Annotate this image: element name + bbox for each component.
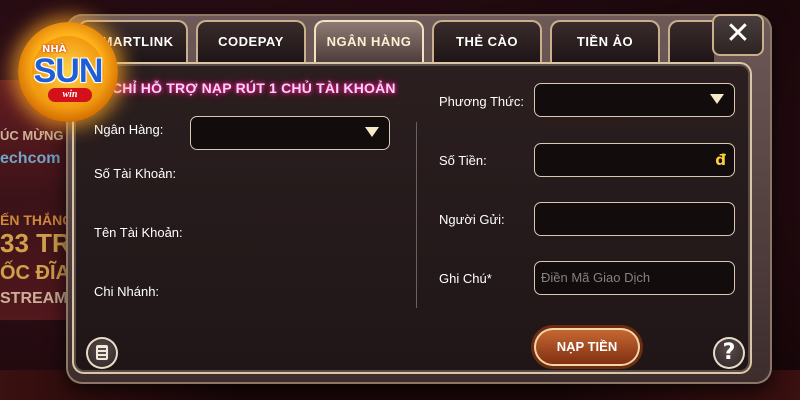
background-text: ÚC MỪNG (0, 128, 64, 143)
note-placeholder: Điền Mã Giao Dịch (541, 270, 651, 285)
amount-input[interactable]: đ (534, 143, 735, 177)
bank-label: Ngân Hàng: (94, 122, 164, 137)
note-input[interactable]: Điền Mã Giao Dịch (534, 261, 735, 295)
background-text: 33 TR (0, 228, 71, 258)
tab-card[interactable]: THẺ CÀO (432, 20, 542, 64)
note-label: Ghi Chú* (439, 271, 492, 286)
tab-more[interactable]: G (668, 20, 714, 64)
close-button[interactable]: ✕ (712, 14, 764, 56)
account-name-label: Tên Tài Khoản: (94, 225, 183, 240)
close-icon: ✕ (725, 16, 751, 51)
background-text: echcom (0, 150, 61, 167)
tab-codepay[interactable]: CODEPAY (196, 20, 306, 64)
currency-unit: đ (715, 151, 726, 169)
logo-main-text: SUN (33, 52, 104, 90)
sender-input[interactable] (534, 202, 735, 236)
tab-bar: SMARTLINK CODEPAY NGÂN HÀNG THẺ CÀO TIỀN… (78, 20, 714, 64)
branch-label: Chi Nhánh: (94, 284, 160, 299)
logo-badge: win (48, 88, 92, 102)
column-divider (416, 122, 417, 308)
question-icon: ? (722, 340, 736, 365)
background-text: ỐC ĐĨA (0, 262, 70, 284)
chevron-down-icon (710, 94, 724, 104)
sender-label: Người Gửi: (439, 212, 505, 227)
background-text: STREAM (0, 290, 68, 307)
method-label: Phương Thức: (439, 94, 524, 109)
tab-bank[interactable]: NGÂN HÀNG (314, 20, 424, 64)
help-button[interactable]: ? (713, 337, 745, 369)
history-button[interactable] (86, 337, 118, 369)
sunwin-logo: NHÀ SUN win (18, 22, 118, 122)
chevron-down-icon (365, 127, 379, 137)
document-icon (96, 345, 108, 360)
account-number-label: Số Tài Khoản: (94, 166, 177, 181)
deposit-button[interactable]: NẠP TIỀN (534, 328, 640, 366)
notice-banner: CHỈ HỖ TRỢ NẠP RÚT 1 CHỦ TÀI KHOẢN (112, 80, 396, 96)
background-text: ẾN THẮNG (0, 212, 74, 228)
tab-crypto[interactable]: TIỀN ẢO (550, 20, 660, 64)
bank-select[interactable] (190, 116, 390, 150)
amount-label: Số Tiền: (439, 153, 487, 168)
method-select[interactable] (534, 83, 735, 117)
